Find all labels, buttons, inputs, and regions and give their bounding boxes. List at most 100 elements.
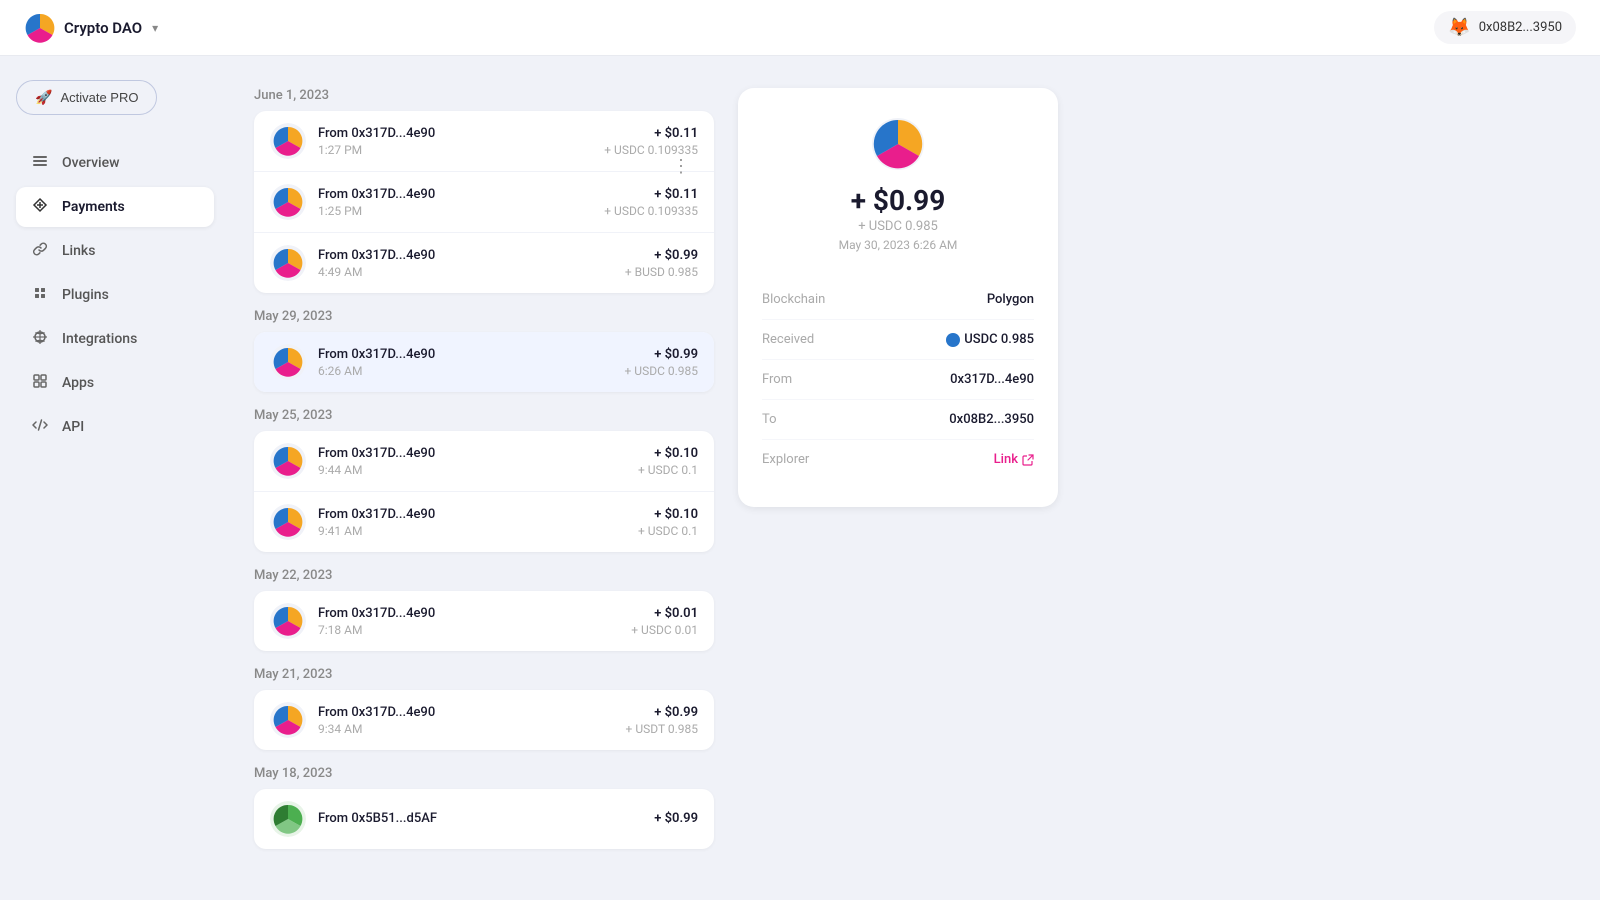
tx-time: 9:44 AM (318, 463, 638, 477)
explorer-link[interactable]: Link (994, 452, 1034, 467)
wallet-badge[interactable]: 🦊 0x08B2...3950 (1434, 11, 1576, 44)
sidebar-api-label: API (62, 419, 84, 435)
sidebar-apps-label: Apps (62, 375, 94, 391)
tx-group-may18: From 0x5B51...d5AF + $0.99 (254, 789, 714, 849)
to-value: 0x08B2...3950 (949, 412, 1034, 427)
detail-amount-token: + USDC 0.985 (858, 219, 938, 234)
tx-avatar-icon (270, 184, 306, 220)
date-label-may21: May 21, 2023 (254, 667, 714, 682)
tx-avatar-icon (270, 702, 306, 738)
table-row[interactable]: From 0x317D...4e90 9:41 AM + $0.10 + USD… (254, 492, 714, 552)
table-row[interactable]: From 0x317D...4e90 1:25 PM + $0.11 + USD… (254, 172, 714, 233)
integrations-icon (30, 329, 50, 349)
detail-to-row: To 0x08B2...3950 (762, 400, 1034, 440)
table-row[interactable]: From 0x317D...4e90 9:34 AM + $0.99 + USD… (254, 690, 714, 750)
date-section-may18: May 18, 2023 From 0x5B51...d5AF (254, 766, 714, 849)
sidebar: 🚀 Activate PRO Overview Payments Lin (0, 56, 230, 900)
layout: 🚀 Activate PRO Overview Payments Lin (0, 56, 1600, 900)
date-label-may22: May 22, 2023 (254, 568, 714, 583)
app-dropdown-arrow[interactable]: ▾ (152, 21, 158, 35)
table-row[interactable]: From 0x317D...4e90 4:49 AM + $0.99 + BUS… (254, 233, 714, 293)
tx-usd: + $0.10 (638, 507, 698, 522)
detail-received-row: Received USDC 0.985 (762, 320, 1034, 360)
tx-time: 9:41 AM (318, 524, 638, 538)
sidebar-links-label: Links (62, 243, 95, 259)
explorer-label: Explorer (762, 452, 809, 467)
received-value: USDC 0.985 (946, 332, 1034, 347)
detail-date: May 30, 2023 6:26 AM (839, 238, 958, 252)
tx-group-may29: From 0x317D...4e90 6:26 AM + $0.99 + USD… (254, 332, 714, 392)
detail-blockchain-row: Blockchain Polygon (762, 280, 1034, 320)
sidebar-item-api[interactable]: API (16, 407, 214, 447)
activate-pro-label: Activate PRO (60, 90, 138, 105)
from-value: 0x317D...4e90 (950, 372, 1034, 387)
tx-from: From 0x317D...4e90 (318, 507, 638, 522)
tx-from: From 0x317D...4e90 (318, 126, 604, 141)
tx-token: + USDC 0.985 (625, 364, 699, 378)
sidebar-nav: Overview Payments Links Plugins (16, 143, 214, 447)
table-row[interactable]: From 0x317D...4e90 7:18 AM + $0.01 + USD… (254, 591, 714, 651)
more-menu-button[interactable]: ⋮ (672, 156, 690, 177)
sidebar-item-payments[interactable]: Payments (16, 187, 214, 227)
tx-time: 7:18 AM (318, 623, 631, 637)
date-label-may29: May 29, 2023 (254, 309, 714, 324)
tx-usd: + $0.99 (625, 248, 698, 263)
tx-time: 4:49 AM (318, 265, 625, 279)
date-section-may21: May 21, 2023 From 0x317D...4e90 9:34 AM (254, 667, 714, 750)
date-label-may18: May 18, 2023 (254, 766, 714, 781)
received-label: Received (762, 332, 814, 347)
api-icon (30, 417, 50, 437)
tx-avatar-icon (270, 801, 306, 837)
tx-token: + BUSD 0.985 (625, 265, 698, 279)
tx-avatar-icon (270, 504, 306, 540)
sidebar-integrations-label: Integrations (62, 331, 137, 347)
tx-from: From 0x317D...4e90 (318, 446, 638, 461)
links-icon (30, 241, 50, 261)
detail-from-row: From 0x317D...4e90 (762, 360, 1034, 400)
tx-avatar-icon (270, 245, 306, 281)
sidebar-item-links[interactable]: Links (16, 231, 214, 271)
tx-token: + USDC 0.1 (638, 524, 698, 538)
date-section-june1: June 1, 2023 From 0x317D...4e90 1:27 PM (254, 88, 714, 293)
sidebar-overview-label: Overview (62, 155, 119, 171)
tx-usd: + $0.99 (625, 347, 699, 362)
tx-avatar-icon (270, 443, 306, 479)
tx-avatar-icon (270, 344, 306, 380)
app-brand: Crypto DAO ▾ (24, 12, 158, 44)
tx-from: From 0x317D...4e90 (318, 187, 604, 202)
date-section-may22: May 22, 2023 From 0x317D...4e90 7:18 AM (254, 568, 714, 651)
date-section-may25: May 25, 2023 From 0x317D...4e90 9:44 AM (254, 408, 714, 552)
table-row[interactable]: From 0x317D...4e90 1:27 PM + $0.11 + USD… (254, 111, 714, 172)
tx-from: From 0x317D...4e90 (318, 705, 626, 720)
tx-time: 6:26 AM (318, 364, 625, 378)
tx-usd: + $0.99 (654, 811, 698, 826)
usdc-dot-icon (946, 333, 960, 347)
table-row[interactable]: From 0x317D...4e90 9:44 AM + $0.10 + USD… (254, 431, 714, 492)
tx-token: + USDC 0.109335 (604, 204, 698, 218)
sidebar-item-overview[interactable]: Overview (16, 143, 214, 183)
blockchain-label: Blockchain (762, 292, 825, 307)
app-name: Crypto DAO (64, 19, 142, 37)
tx-usd: + $0.10 (638, 446, 698, 461)
tx-group-may25: From 0x317D...4e90 9:44 AM + $0.10 + USD… (254, 431, 714, 552)
tx-from: From 0x317D...4e90 (318, 347, 625, 362)
detail-avatar-icon (870, 116, 926, 172)
tx-token: + USDC 0.1 (638, 463, 698, 477)
table-row[interactable]: From 0x5B51...d5AF + $0.99 (254, 789, 714, 849)
tx-from: From 0x317D...4e90 (318, 248, 625, 263)
date-section-may29: May 29, 2023 From 0x317D...4e90 6:26 AM (254, 309, 714, 392)
payments-icon (30, 197, 50, 217)
activate-pro-button[interactable]: 🚀 Activate PRO (16, 80, 157, 115)
tx-usd: + $0.99 (626, 705, 698, 720)
to-label: To (762, 412, 777, 427)
sidebar-item-apps[interactable]: Apps (16, 363, 214, 403)
wallet-address: 0x08B2...3950 (1479, 20, 1562, 35)
table-row[interactable]: From 0x317D...4e90 6:26 AM + $0.99 + USD… (254, 332, 714, 392)
overview-icon (30, 153, 50, 173)
sidebar-item-plugins[interactable]: Plugins (16, 275, 214, 315)
tx-from: From 0x5B51...d5AF (318, 811, 654, 826)
detail-amount-usd: + $0.99 (851, 184, 946, 217)
tx-token: + USDC 0.01 (631, 623, 698, 637)
blockchain-value: Polygon (987, 292, 1034, 307)
sidebar-item-integrations[interactable]: Integrations (16, 319, 214, 359)
